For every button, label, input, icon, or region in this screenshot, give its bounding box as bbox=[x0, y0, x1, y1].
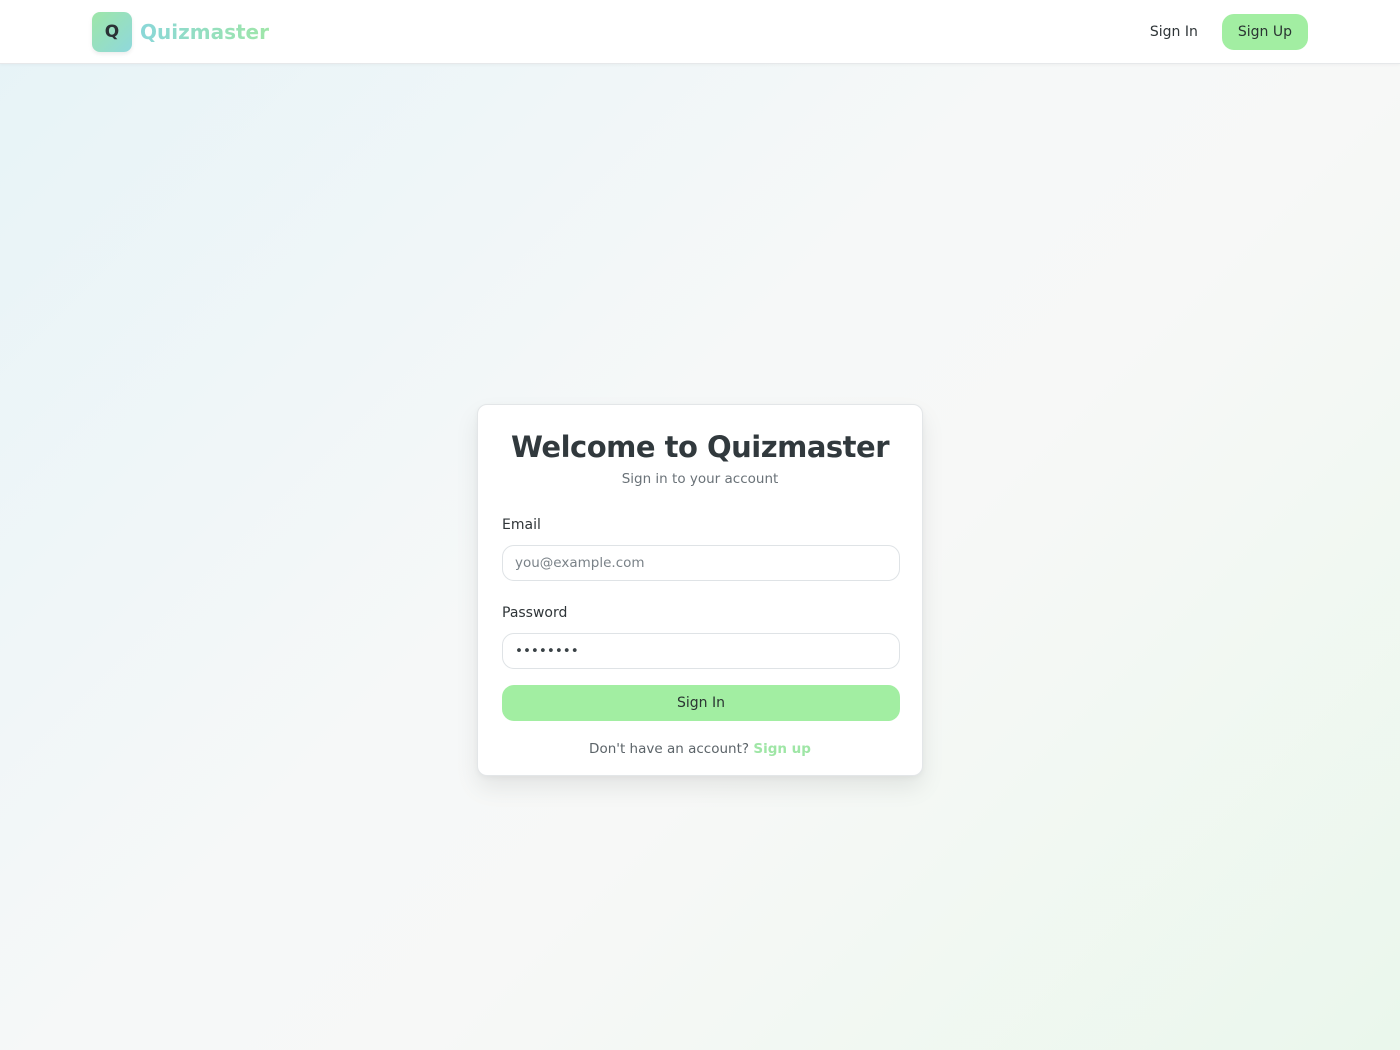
top-navbar: Q Quizmaster Sign In Sign Up bbox=[0, 0, 1400, 64]
brand-name: Quizmaster bbox=[140, 20, 269, 44]
header-signup-button[interactable]: Sign Up bbox=[1221, 14, 1308, 50]
signup-prompt: Don't have an account? Sign up bbox=[502, 739, 898, 759]
signup-prompt-text: Don't have an account? bbox=[589, 741, 750, 757]
email-field[interactable] bbox=[502, 545, 900, 581]
page-title: Welcome to Quizmaster bbox=[510, 430, 890, 464]
header-nav: Sign In Sign Up bbox=[1150, 14, 1308, 50]
brand-home-link[interactable]: Q Quizmaster bbox=[92, 12, 269, 52]
password-label: Password bbox=[502, 605, 568, 621]
header-signin-link[interactable]: Sign In bbox=[1150, 24, 1198, 40]
password-field[interactable] bbox=[502, 633, 900, 669]
signin-button[interactable]: Sign In bbox=[502, 685, 900, 721]
page-subtitle: Sign in to your account bbox=[621, 471, 779, 487]
logo-icon: Q bbox=[92, 12, 132, 52]
email-label: Email bbox=[502, 517, 541, 533]
login-card: Welcome to Quizmaster Sign in to your ac… bbox=[477, 404, 923, 776]
signup-link[interactable]: Sign up bbox=[753, 741, 811, 757]
